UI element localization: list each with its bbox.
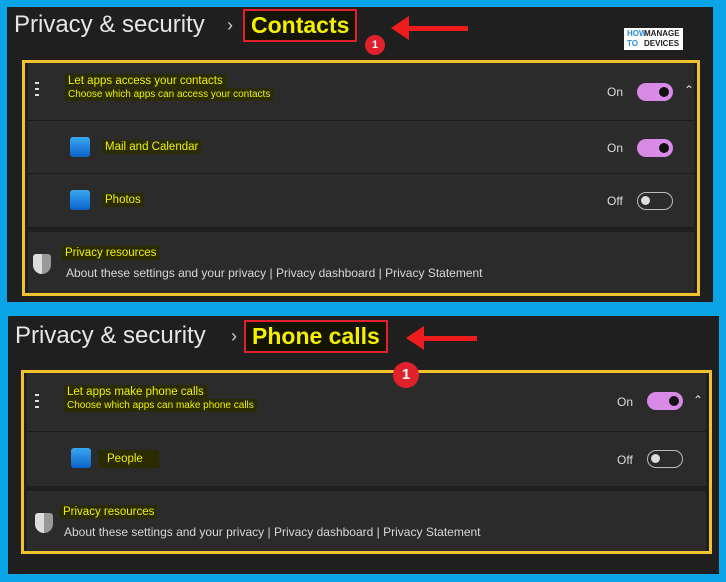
breadcrumb-parent[interactable]: Privacy & security (14, 11, 205, 39)
main-toggle[interactable] (647, 392, 683, 410)
app-name: Mail and Calendar (102, 140, 202, 154)
callout-badge: 1 (393, 362, 419, 388)
setting-subtitle: Choose which apps can make phone calls (64, 399, 257, 412)
link-about-settings[interactable]: About these settings and your privacy (66, 266, 266, 280)
shield-icon (33, 254, 51, 274)
phone-calls-panel: Privacy & security › Phone calls Let app… (8, 316, 719, 574)
link-privacy-statement[interactable]: Privacy Statement (383, 525, 480, 539)
privacy-resources: Privacy resources About these settings a… (28, 232, 694, 293)
mail-calendar-toggle[interactable] (637, 139, 673, 157)
callout-arrow (391, 16, 468, 40)
people-icon (71, 448, 91, 468)
page-title: Phone calls (244, 320, 388, 353)
callout-arrow (406, 326, 477, 350)
settings-group: Let apps access your contacts Choose whi… (22, 60, 700, 296)
chevron-up-icon[interactable]: ⌃ (684, 83, 694, 97)
shield-icon (35, 513, 53, 533)
app-row: People Off (27, 432, 706, 487)
chevron-up-icon[interactable]: ⌃ (693, 393, 703, 407)
app-name: People (99, 450, 159, 468)
app-row: Photos Off (28, 174, 694, 228)
resources-title: Privacy resources (60, 505, 158, 519)
app-name: Photos (102, 193, 144, 207)
privacy-resources: Privacy resources About these settings a… (27, 491, 706, 551)
settings-group: Let apps make phone calls Choose which a… (21, 370, 712, 554)
toggle-state: On (607, 141, 624, 155)
toggle-state: On (607, 85, 624, 99)
photos-icon (70, 190, 90, 210)
breadcrumb-chevron: › (227, 15, 233, 35)
link-about-settings[interactable]: About these settings and your privacy (64, 525, 264, 539)
setting-subtitle: Choose which apps can access your contac… (65, 88, 274, 101)
toggle-state: Off (607, 194, 623, 208)
setting-title: Let apps access your contacts (65, 74, 226, 88)
callout-badge: 1 (365, 35, 385, 55)
resources-title: Privacy resources (62, 246, 160, 260)
logo: HOW TO MANAGE DEVICES (624, 28, 683, 50)
list-icon (35, 393, 51, 409)
photos-toggle[interactable] (637, 192, 673, 210)
breadcrumb-chevron: › (231, 326, 237, 346)
link-privacy-dashboard[interactable]: Privacy dashboard (274, 525, 373, 539)
link-privacy-statement[interactable]: Privacy Statement (385, 266, 482, 280)
app-row: Mail and Calendar On (28, 121, 694, 174)
mail-icon (70, 137, 90, 157)
setting-title: Let apps make phone calls (64, 385, 207, 399)
main-setting-row[interactable]: Let apps access your contacts Choose whi… (28, 63, 694, 121)
toggle-state: Off (617, 453, 633, 467)
list-icon (35, 81, 51, 97)
toggle-state: On (617, 395, 634, 409)
breadcrumb-parent[interactable]: Privacy & security (15, 322, 206, 350)
main-toggle[interactable] (637, 83, 673, 101)
page-title: Contacts (243, 9, 358, 42)
main-setting-row[interactable]: Let apps make phone calls Choose which a… (27, 373, 706, 432)
people-toggle[interactable] (647, 450, 683, 468)
contacts-panel: Privacy & security › Contacts 1 HOW TO MA… (7, 7, 713, 302)
link-privacy-dashboard[interactable]: Privacy dashboard (276, 266, 375, 280)
